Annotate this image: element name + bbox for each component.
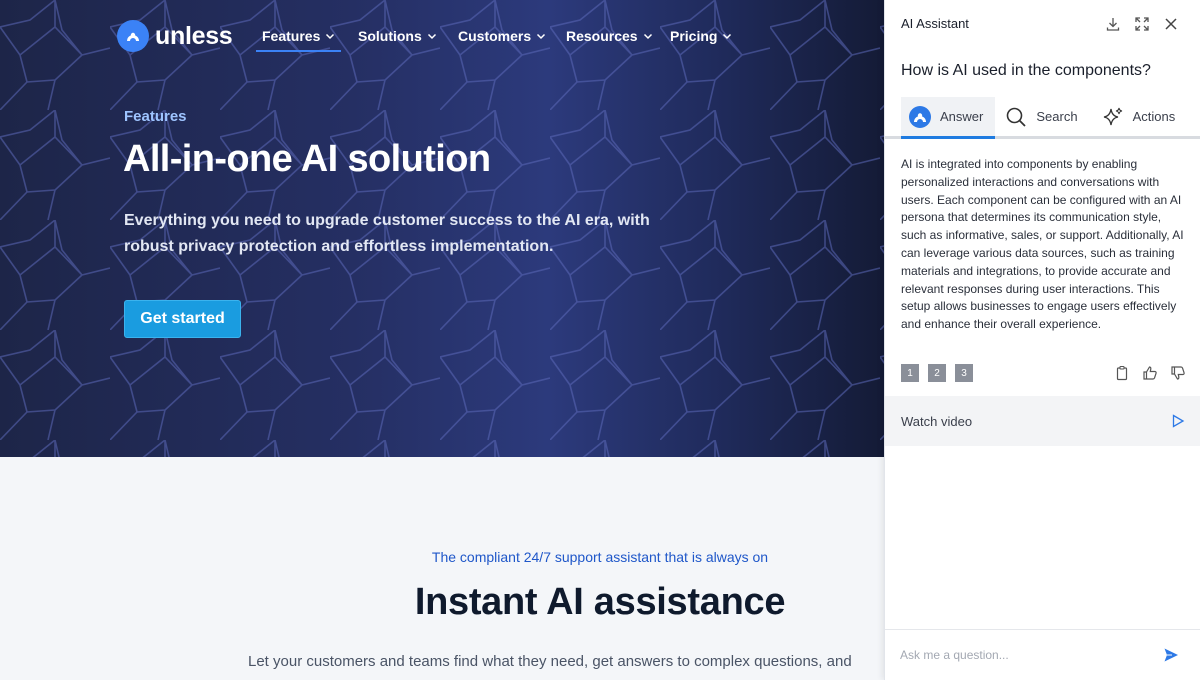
panel-title: AI Assistant: [901, 15, 969, 31]
panel-header: AI Assistant: [885, 0, 1200, 46]
thumbs-up-icon[interactable]: [1142, 365, 1158, 381]
tab-label: Actions: [1132, 109, 1176, 124]
reference-badge[interactable]: 3: [955, 364, 973, 382]
nav-item-label: Pricing: [670, 28, 718, 44]
brand-name: unless: [155, 21, 233, 50]
chevron-down-icon: [723, 33, 732, 40]
download-icon[interactable]: [1105, 16, 1121, 32]
nav-item-customers[interactable]: Customers: [458, 28, 546, 44]
brand-logo[interactable]: unless: [117, 20, 233, 52]
reference-badge[interactable]: 2: [928, 364, 946, 382]
nav-item-label: Solutions: [358, 28, 422, 44]
top-navigation: unless Features Solutions Customers Reso…: [0, 0, 884, 72]
tab-actions[interactable]: Actions: [1094, 97, 1184, 136]
tab-label: Search: [1036, 109, 1078, 124]
answer-text: AI is integrated into components by enab…: [901, 157, 1184, 332]
hero-eyebrow: Features: [124, 108, 187, 125]
thumbs-down-icon[interactable]: [1170, 365, 1186, 381]
chevron-down-icon: [326, 33, 335, 40]
nav-item-pricing[interactable]: Pricing: [670, 28, 732, 44]
section-text: Let your customers and teams find what t…: [248, 653, 852, 670]
nav-item-label: Resources: [566, 28, 638, 44]
tab-search[interactable]: Search: [997, 97, 1085, 136]
nav-item-solutions[interactable]: Solutions: [358, 28, 437, 44]
nav-item-label: Features: [262, 28, 321, 44]
nav-item-features[interactable]: Features: [255, 28, 342, 52]
chevron-down-icon: [427, 33, 436, 40]
question-input-bar: [885, 629, 1200, 680]
nav-item-label: Customers: [458, 28, 532, 44]
sparkle-icon: [1103, 107, 1122, 125]
unless-logo-icon: [117, 20, 149, 52]
tab-answer[interactable]: Answer: [901, 97, 996, 139]
answer-tabs: Answer Search Actions: [885, 97, 1200, 139]
send-icon[interactable]: [1163, 647, 1179, 663]
search-icon: [1007, 107, 1026, 127]
question-text: How is AI used in the components?: [901, 62, 1151, 79]
tab-label: Answer: [940, 109, 984, 124]
chevron-down-icon: [643, 33, 652, 40]
hero-subtitle: Everything you need to upgrade customer …: [124, 212, 650, 255]
reference-badge[interactable]: 1: [901, 364, 919, 382]
ai-assistant-panel: AI Assistant How is AI used in the compo…: [884, 0, 1200, 680]
copy-icon[interactable]: [1114, 365, 1130, 381]
watch-video-label: Watch video: [901, 413, 973, 429]
nav-item-resources[interactable]: Resources: [566, 28, 653, 44]
hero-title: All-in-one AI solution: [123, 138, 491, 180]
get-started-button[interactable]: Get started: [124, 300, 241, 338]
question-input[interactable]: [900, 644, 1155, 666]
play-icon: [1172, 414, 1185, 428]
close-icon[interactable]: [1163, 16, 1179, 32]
expand-icon[interactable]: [1134, 16, 1150, 32]
reference-list: 1 2 3: [901, 364, 982, 382]
hero-section: unless Features Solutions Customers Reso…: [0, 0, 884, 457]
unless-logo-icon: [909, 105, 931, 128]
assistance-section: The compliant 24/7 support assistant tha…: [0, 457, 884, 680]
watch-video-button[interactable]: Watch video: [885, 396, 1200, 446]
chevron-down-icon: [537, 33, 546, 40]
